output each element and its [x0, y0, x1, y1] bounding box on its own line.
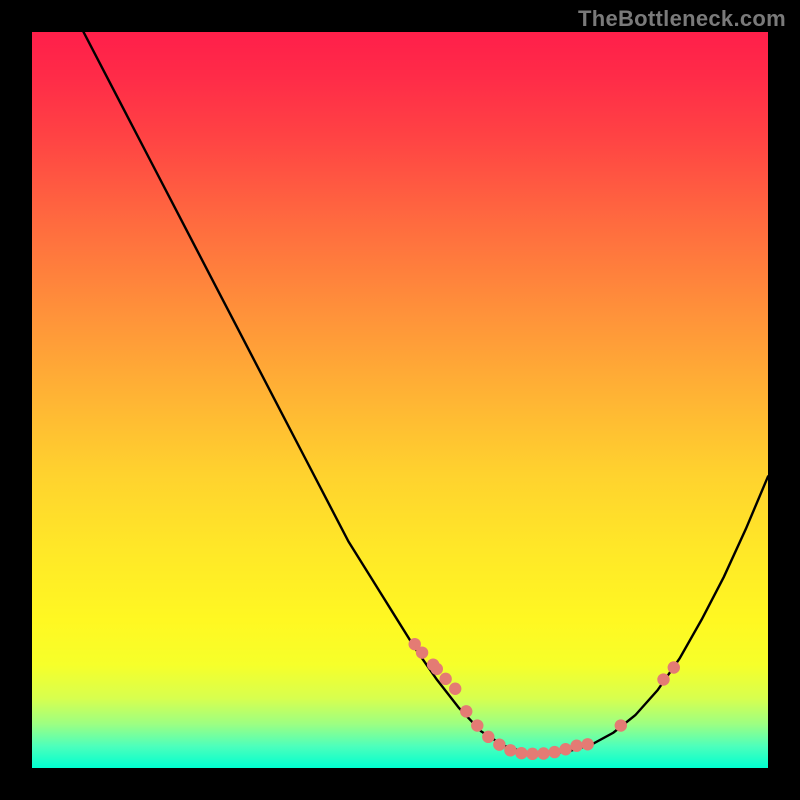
- sample-point: [439, 673, 451, 685]
- sample-point: [449, 683, 461, 695]
- sample-point: [493, 738, 505, 750]
- sample-point: [431, 663, 443, 675]
- sample-point: [482, 731, 494, 743]
- sample-point: [416, 646, 428, 658]
- sample-point: [548, 746, 560, 758]
- sample-point: [460, 705, 472, 717]
- sample-point: [526, 748, 538, 760]
- sample-point: [657, 673, 669, 685]
- sample-point: [471, 719, 483, 731]
- plot-area: [32, 32, 768, 768]
- sample-point: [515, 747, 527, 759]
- sample-point: [504, 744, 516, 756]
- sample-point: [570, 740, 582, 752]
- sample-point: [668, 661, 680, 673]
- bottleneck-curve: [84, 32, 768, 754]
- chart-svg: [32, 32, 768, 768]
- sample-point: [615, 719, 627, 731]
- sample-points-group: [409, 638, 680, 760]
- watermark-label: TheBottleneck.com: [578, 6, 786, 32]
- sample-point: [559, 743, 571, 755]
- chart-frame: TheBottleneck.com: [0, 0, 800, 800]
- sample-point: [581, 738, 593, 750]
- sample-point: [537, 747, 549, 759]
